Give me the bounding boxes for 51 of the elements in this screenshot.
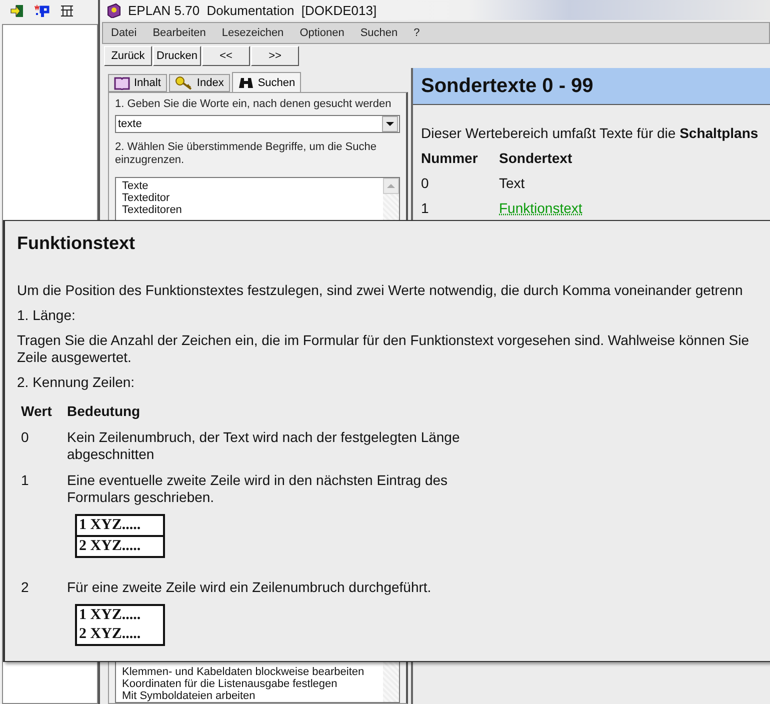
column-header: Sondertext — [499, 150, 574, 166]
paragraph: Tragen Sie die Anzahl der Zeichen ein, die im Formular für den Funktionstext vorgesehen sind. Wahlweise können Sie Zeile ausgewertet. — [17, 332, 750, 366]
tab[interactable]: Suchen — [232, 72, 302, 92]
column-header: Wert — [21, 403, 53, 420]
table-cell-text: 0 — [21, 429, 30, 447]
tab[interactable]: Inhalt — [108, 74, 167, 92]
tab-label: Inhalt — [134, 77, 161, 89]
column-header: Bedeutung — [67, 403, 142, 420]
topic-title: Sondertexte 0 - 99 — [421, 74, 594, 98]
combo-value: texte — [118, 118, 142, 130]
menu-item[interactable]: ? — [414, 27, 420, 39]
table-cell-text: 1 — [21, 472, 30, 490]
nav-button[interactable]: Drucken — [153, 46, 201, 66]
list-item[interactable]: Koordinaten für die Listenausgabe festlegen — [122, 678, 364, 690]
list-item[interactable]: Klemmen- und Kabeldaten blockweise bearbeiten — [122, 666, 364, 678]
table-cell-text: 1 — [421, 200, 430, 216]
menu-item[interactable]: Optionen — [300, 27, 344, 39]
tab-label: Index — [196, 77, 224, 89]
nav-button[interactable]: << — [202, 46, 250, 66]
list-item[interactable]: Texte — [122, 180, 364, 192]
paragraph: Um die Position des Funktionstextes festzulegen, sind zwei Werte notwendig, die durch Komma voneinander getrenn — [17, 282, 744, 299]
column-header: Nummer — [421, 150, 479, 166]
table-cell-text: Text — [499, 175, 526, 191]
menu-item[interactable]: Lesezeichen — [222, 27, 284, 39]
popup-title: Funktionstext — [17, 233, 136, 254]
window-title: EPLAN 5.70 Dokumentation [DOKDE013] — [128, 2, 377, 18]
list-item[interactable]: Mit Symboldateien arbeiten — [122, 690, 364, 702]
example-line: 2 XYZ..... — [77, 535, 163, 556]
list-item[interactable]: Texteditor — [122, 192, 364, 204]
list-item[interactable]: Texteditoren — [122, 204, 364, 216]
table-cell-text: Für eine zweite Zeile wird ein Zeilenumbruch durchgeführt. — [67, 579, 432, 596]
tab[interactable]: Index — [168, 74, 230, 92]
table-cell-text: Eine eventuelle zweite Zeile wird in den nächsten Eintrag des Formulars geschrieben. — [67, 472, 449, 506]
nav-button[interactable]: Zurück — [104, 46, 152, 66]
table-cell-text: 0 — [421, 175, 430, 191]
search-combo[interactable]: texte — [115, 115, 400, 133]
paragraph: 2. Kennung Zeilen: — [17, 374, 136, 391]
menu-item[interactable]: Datei — [111, 27, 137, 39]
step-label: 1. Geben Sie die Worte ein, nach denen gesucht werden — [115, 98, 392, 111]
table-cell-text: Kein Zeilenumbruch, der Text wird nach der festgelegten Länge abgeschnitten — [67, 429, 461, 463]
step-label: 2. Wählen Sie überstimmende Begriffe, um die Suche einzugrenzen. — [115, 141, 378, 167]
paragraph: 1. Länge: — [17, 307, 76, 324]
tab-label: Suchen — [258, 76, 296, 88]
menu-item[interactable]: Bearbeiten — [152, 27, 206, 39]
example-line: 1 XYZ..... — [78, 606, 142, 625]
table-cell-text: 2 — [21, 579, 30, 597]
example-line: 1 XYZ..... — [78, 516, 142, 535]
example-line: 2 XYZ..... — [78, 625, 142, 644]
menu-item[interactable]: Suchen — [360, 27, 398, 39]
intro-text: Dieser Wertebereich umfaßt Texte für die Schaltplans — [421, 125, 760, 141]
nav-button[interactable]: >> — [251, 46, 299, 66]
